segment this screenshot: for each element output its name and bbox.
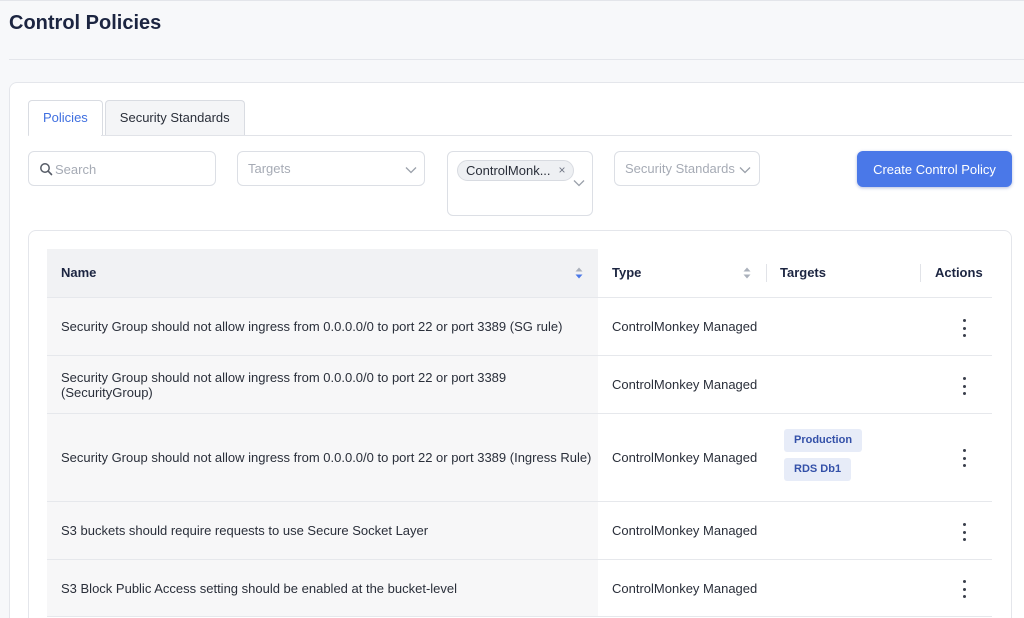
target-tag[interactable]: RDS Db1 [784,458,852,481]
policy-type: ControlMonkey Managed [612,319,758,334]
chevron-down-icon [405,167,417,174]
column-header-type[interactable]: Type [598,249,766,297]
tabs-divider [28,135,1012,136]
search-icon [40,163,53,176]
chip-close-icon[interactable]: × [559,161,566,180]
chevron-down-icon [573,180,585,187]
table-row[interactable]: Security Group should not allow ingress … [47,297,992,355]
chevron-down-icon [739,167,751,174]
targets-select[interactable]: Targets [237,151,425,186]
column-name-label: Name [61,265,97,280]
column-actions-label: Actions [935,265,983,280]
table-row[interactable]: S3 buckets should require requests to us… [47,501,992,559]
table-row[interactable]: S3 Block Public Access setting should be… [47,559,992,617]
security-standards-select[interactable]: Security Standards [614,151,760,186]
tab-security-standards[interactable]: Security Standards [104,100,245,136]
type-chip-label: ControlMonk... [466,163,551,178]
more-vertical-icon[interactable] [960,523,968,541]
more-vertical-icon[interactable] [960,449,968,467]
security-standards-placeholder: Security Standards [625,161,735,176]
table-row[interactable]: Security Group should not allow ingress … [47,355,992,413]
table-row[interactable]: Security Group should not allow ingress … [47,413,992,501]
target-tag[interactable]: Production [784,429,863,452]
policy-type: ControlMonkey Managed [612,523,758,538]
type-select[interactable]: ControlMonk... × [447,151,593,216]
tab-bar: Policies Security Standards [28,100,245,136]
policy-targets: Production RDS Db1 [784,414,924,501]
more-vertical-icon[interactable] [960,580,968,598]
column-header-name[interactable]: Name [47,249,598,297]
active-tab-cover [29,134,101,136]
sort-icon[interactable] [575,267,583,279]
more-vertical-icon[interactable] [960,377,968,395]
column-header-targets: Targets [766,249,920,297]
policy-name: Security Group should not allow ingress … [47,298,598,355]
search-box[interactable] [28,151,216,186]
policy-type: ControlMonkey Managed [612,377,758,392]
page-title: Control Policies [9,12,162,34]
column-header-actions: Actions [920,249,992,297]
search-input[interactable] [55,160,205,178]
policy-name: Security Group should not allow ingress … [47,414,598,501]
top-divider [0,0,1024,1]
targets-placeholder: Targets [248,161,291,176]
tab-policies[interactable]: Policies [28,100,103,136]
policy-type: ControlMonkey Managed [612,450,758,465]
sort-icon[interactable] [743,267,751,279]
column-targets-label: Targets [780,265,826,280]
create-control-policy-button[interactable]: Create Control Policy [857,151,1012,187]
type-filter-chip: ControlMonk... × [457,160,574,181]
policy-name: S3 Block Public Access setting should be… [47,560,598,616]
policy-name: Security Group should not allow ingress … [47,356,598,413]
policy-name: S3 buckets should require requests to us… [47,502,598,559]
table-header: Name Type Targets Actions [47,249,992,297]
column-type-label: Type [612,265,642,280]
more-vertical-icon[interactable] [960,319,968,337]
policy-type: ControlMonkey Managed [612,580,758,596]
title-divider [9,59,1024,60]
